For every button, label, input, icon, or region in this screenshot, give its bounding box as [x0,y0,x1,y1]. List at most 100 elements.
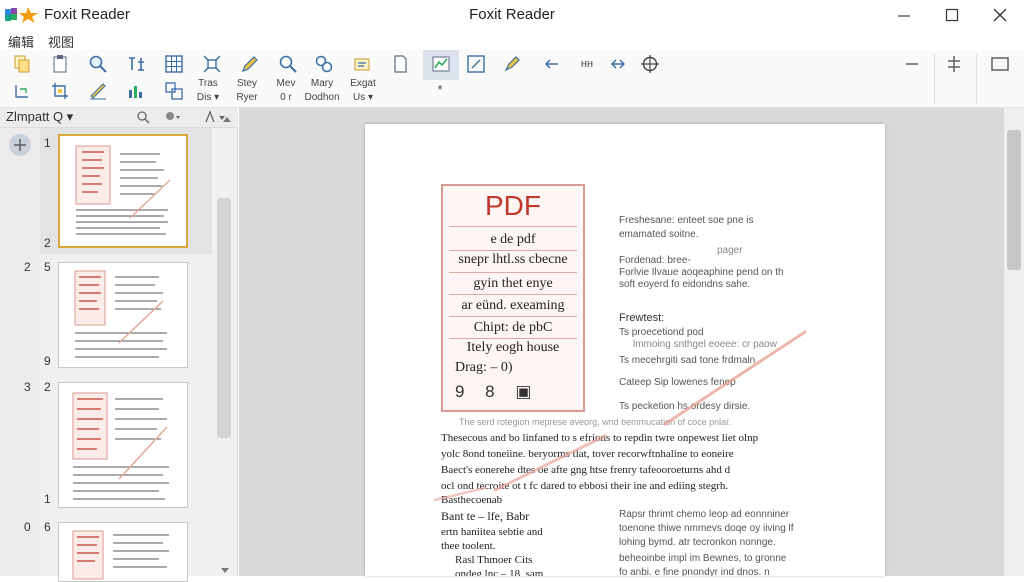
magnifier-icon [89,55,107,73]
rotate-icon [15,85,28,98]
back-button[interactable] [540,53,564,75]
arrow-left-icon [544,59,558,69]
fit-page-button[interactable] [124,53,148,75]
document-button[interactable] [388,53,412,75]
mary-label[interactable]: Mary [302,78,342,90]
search-icon [279,55,297,73]
page-thumbnail[interactable] [58,522,188,582]
page-number: 0 [24,520,31,534]
caret-up-icon [223,117,231,122]
arrows-swap-icon [611,59,625,69]
close-button[interactable] [980,2,1020,28]
nav-label: нн [580,58,594,70]
page-thumbnail-preview [72,530,169,580]
page-thumbnail[interactable] [58,134,188,248]
page-thumbnail[interactable] [58,262,188,368]
crop-icon [52,83,68,99]
thumbnail-panel: Zlmpatt Q ▾ 1 2 2 5 9 3 2 1 0 6 [0,108,238,582]
export-button[interactable] [350,53,374,75]
exgat-label[interactable]: Exgat [344,78,382,90]
dropdown-marker[interactable]: * [430,83,450,96]
annotation-strokes [433,330,807,502]
page-number: 3 [24,380,31,394]
or-label[interactable]: 0 r [270,92,302,104]
page-number: 2 [24,260,31,274]
menu-edit[interactable]: 编辑 [8,32,34,51]
paste-button[interactable] [48,53,72,75]
page-number: 5 [44,260,51,274]
edit-frame-button[interactable] [464,53,488,75]
us-label[interactable]: Us ▾ [344,92,382,104]
bar-chart-button[interactable] [124,80,148,102]
panel-icon [991,57,1009,71]
clipboard-icon [53,55,67,73]
bar-chart-icon [129,86,142,98]
collapse-button[interactable] [900,53,924,75]
align-button[interactable] [942,53,966,75]
panel-scrollbar-thumb[interactable] [217,198,231,438]
options-icon [166,112,180,120]
page-number: 2 [44,236,51,250]
transform-button[interactable] [200,53,224,75]
page-number: 9 [44,354,51,368]
document-viewport[interactable]: PDF e de pdf snepr lhtl.ss cbecne gyin t… [239,108,1024,576]
thumbnail-zoom-dropdown[interactable]: Zlmpatt Q ▾ [6,109,82,126]
dis-label[interactable]: Dis ▾ [192,92,224,104]
page-number: 2 [44,380,51,394]
pen-button[interactable] [238,53,262,75]
mev-label[interactable]: Mev [270,78,302,90]
page-thumbnail[interactable] [58,382,188,508]
ryer-label[interactable]: Ryer [230,92,264,104]
edit-frame-icon [467,55,485,73]
highlighter-icon [504,56,520,72]
search-button[interactable] [276,53,300,75]
page-thumbnail-preview [75,145,171,235]
caret-down-icon [221,568,229,573]
rotate-button[interactable] [10,80,34,102]
page-number: 1 [44,136,51,150]
toolbar-separator [934,54,935,104]
window-title: Foxit Reader [469,6,555,23]
zoom-button[interactable] [86,53,110,75]
document-scrollbar-thumb[interactable] [1007,130,1021,270]
copy-button[interactable] [10,53,34,75]
target-button[interactable] [638,53,662,75]
pen-icon [241,56,258,73]
export-icon [354,58,370,71]
forward-button[interactable] [606,53,630,75]
chart-icon [432,56,450,72]
tras-label[interactable]: Tras [192,78,224,90]
chart-tool-button[interactable] [429,53,453,75]
close-icon [993,8,1007,22]
minimize-button[interactable] [884,2,924,28]
sign-button[interactable] [86,80,110,102]
page-thumbnail-preview [74,270,167,358]
page-number: 6 [44,520,51,534]
find-replace-button[interactable] [312,53,336,75]
transform-icon [203,55,221,73]
stey-label[interactable]: Stey [230,78,264,90]
menu-view[interactable]: 视图 [48,32,74,51]
thumbnail-panel-header: Zlmpatt Q ▾ [0,108,238,128]
toolbar-separator [976,54,977,104]
panel-scroll-up[interactable] [222,112,232,126]
title-bar: Foxit Reader Foxit Reader [0,0,1024,30]
thumb-options-button[interactable] [164,110,182,127]
thumb-search-button[interactable] [136,110,150,127]
toolbar: нн Tras Dis ▾ Stey Ryer Mev 0 r Mary Dod… [0,50,1024,108]
pin-button[interactable] [9,134,31,156]
maximize-icon [945,8,959,22]
grid-view-button[interactable] [162,53,186,75]
maximize-button[interactable] [932,2,972,28]
document-icon [394,55,407,73]
page-number: 1 [44,492,51,506]
panel-toggle-button[interactable] [988,53,1012,75]
crop-button[interactable] [48,80,72,102]
minus-icon [906,63,918,65]
highlighter-button[interactable] [500,53,524,75]
dodhon-label[interactable]: Dodhon [300,92,344,104]
page-thumbnail-preview [72,392,169,500]
search-small-icon [137,111,150,124]
signature-icon [90,83,106,100]
layout-button[interactable] [162,80,186,102]
